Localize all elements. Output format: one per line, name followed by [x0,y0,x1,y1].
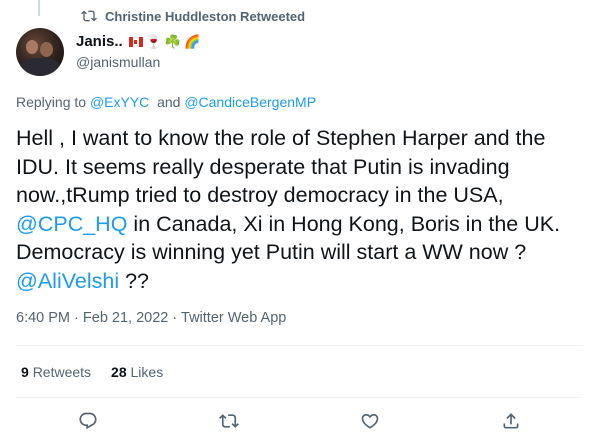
name-emojis: 🍷 ☘️ 🌈 [128,33,201,51]
tweet-source[interactable]: Twitter Web App [181,310,286,326]
retweet-small-icon [81,10,97,22]
retweet-icon [219,414,239,428]
mention-alivelshi[interactable]: @AliVelshi [16,269,119,293]
retweeted-by-text[interactable]: Christine Huddleston Retweeted [105,9,305,24]
likes-count: 28 [111,364,127,380]
thread-line [38,0,40,16]
divider-bottom [16,397,582,398]
like-icon [361,413,379,429]
likes-label: Likes [130,364,164,380]
like-button[interactable] [359,410,381,432]
mention-candicebergenmp[interactable]: @CandiceBergenMP [184,94,316,110]
rainbow-icon: 🌈 [184,34,201,49]
meta-separator: · [74,310,79,326]
tweet-date[interactable]: Feb 21, 2022 [83,310,168,326]
retweets-count: 9 [21,364,29,380]
wine-glass-icon: 🍷 [145,34,162,49]
replying-to: Replying to @ExYYC and @CandiceBergenMP [16,94,316,110]
author-block[interactable]: Janis.. 🍷 ☘️ 🌈 @janismullan [76,33,200,70]
tweet-meta: 6:40 PM · Feb 21, 2022 · Twitter Web App [16,310,286,326]
retweets-label: Retweets [32,364,92,380]
retweet-header: Christine Huddleston Retweeted [81,8,305,24]
retweets-stat[interactable]: 9 Retweets [21,364,91,380]
mention-cpc-hq[interactable]: @CPC_HQ [16,212,127,236]
author-handle[interactable]: @janismullan [76,54,200,70]
tweet-text: Hell , I want to know the role of Stephe… [16,124,584,296]
author-name[interactable]: Janis.. [76,33,123,51]
replying-to-prefix: Replying to [16,94,87,110]
mention-exyyc[interactable]: @ExYYC [90,94,149,110]
replying-to-and: and [157,94,181,110]
share-icon [503,413,519,429]
canada-flag-icon [128,37,143,47]
meta-separator-2: · [172,310,178,326]
tweet-text-part3: ?? [119,268,149,293]
likes-stat[interactable]: 28 Likes [111,364,163,380]
engagement-stats: 9 Retweets 28 Likes [21,364,163,380]
divider-top [16,345,582,346]
action-bar [0,410,598,434]
retweet-button[interactable] [218,410,240,432]
share-button[interactable] [500,410,522,432]
reply-button[interactable] [77,410,99,432]
shamrock-icon: ☘️ [164,34,182,49]
tweet-text-part1: Hell , I want to know the role of Stephe… [16,126,546,208]
avatar[interactable] [16,28,64,76]
reply-icon [79,412,97,430]
tweet-time[interactable]: 6:40 PM [16,310,70,326]
